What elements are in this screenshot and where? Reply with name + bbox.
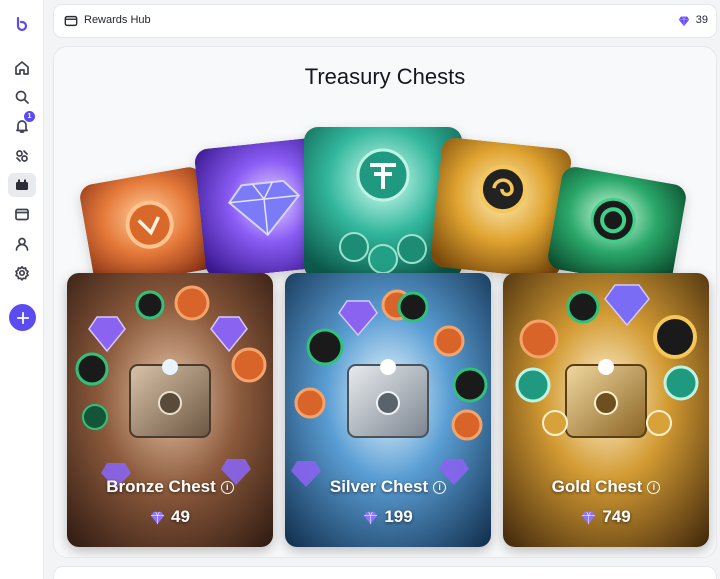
gear-cluster-icon[interactable] xyxy=(8,144,36,168)
info-icon[interactable]: i xyxy=(647,480,661,494)
chest-price: 199 xyxy=(285,507,491,527)
add-button[interactable] xyxy=(9,304,36,331)
wallet-icon[interactable] xyxy=(8,202,36,226)
plus-icon xyxy=(16,311,29,324)
bronze-chest-card[interactable]: Bronze Chest i 49 xyxy=(67,273,273,547)
bronze-chest-illustration xyxy=(67,273,273,547)
silver-chest-illustration xyxy=(285,273,491,547)
chest-price: 49 xyxy=(67,507,273,527)
gem-icon xyxy=(150,511,165,524)
notification-badge: 1 xyxy=(24,111,35,122)
home-icon[interactable] xyxy=(8,56,36,80)
info-icon[interactable]: i xyxy=(220,480,234,494)
chest-name: Bronze Chest i xyxy=(67,477,273,497)
gold-chest-card[interactable]: Gold Chest i 749 xyxy=(503,273,709,547)
next-section-panel xyxy=(53,566,717,579)
sidebar: 1 xyxy=(0,0,44,579)
app-logo-icon[interactable] xyxy=(8,12,36,36)
gem-icon xyxy=(678,16,690,27)
silver-chest-card[interactable]: Silver Chest i 199 xyxy=(285,273,491,547)
chest-name: Gold Chest i xyxy=(503,477,709,497)
info-icon[interactable]: i xyxy=(433,480,447,494)
search-icon[interactable] xyxy=(8,85,36,109)
user-icon[interactable] xyxy=(8,232,36,256)
cards-icon[interactable] xyxy=(8,173,36,197)
gem-icon xyxy=(582,511,596,524)
treasury-panel: Treasury Chests Bronze Chest i 49 Silver… xyxy=(53,46,717,558)
settings-icon[interactable] xyxy=(8,261,36,285)
preview-card-green-coin xyxy=(545,164,689,290)
green-ring-coin-icon xyxy=(545,164,689,290)
gem-icon xyxy=(364,511,378,524)
chest-price: 749 xyxy=(503,507,709,527)
gold-chest-illustration xyxy=(503,273,709,547)
gem-balance: 39 xyxy=(695,14,708,26)
section-title: Treasury Chests xyxy=(304,64,466,89)
header-bar: Rewards Hub 39 xyxy=(53,4,717,38)
bell-icon[interactable]: 1 xyxy=(8,111,36,138)
chest-name: Silver Chest i xyxy=(285,477,491,497)
page-title: Rewards Hub xyxy=(84,14,151,26)
wallet-icon xyxy=(64,15,78,27)
